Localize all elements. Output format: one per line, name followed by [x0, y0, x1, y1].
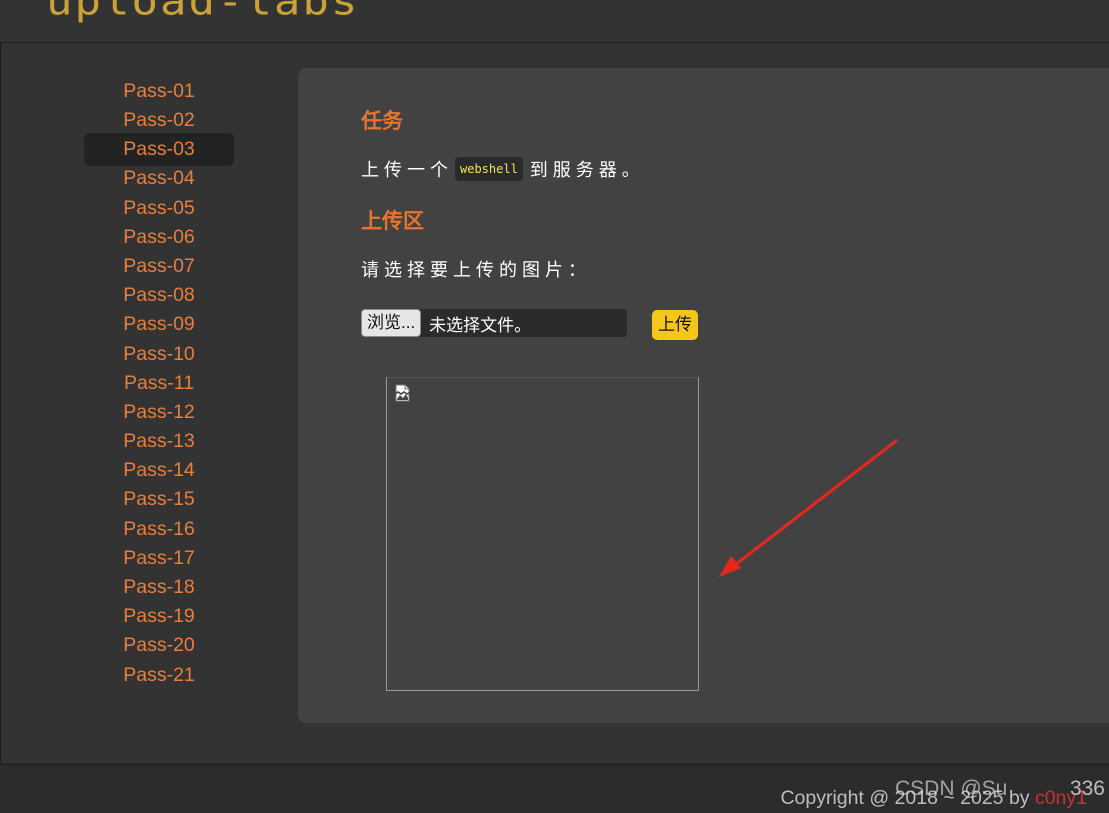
- watermark-number: 336: [1069, 777, 1105, 800]
- footer-bar: Copyright @ 2018 ~ 2025 by c0ny1 CSDN @S…: [0, 764, 1109, 813]
- annotation-arrow: [719, 439, 898, 577]
- csdn-watermark: CSDN @Su: [895, 777, 1008, 800]
